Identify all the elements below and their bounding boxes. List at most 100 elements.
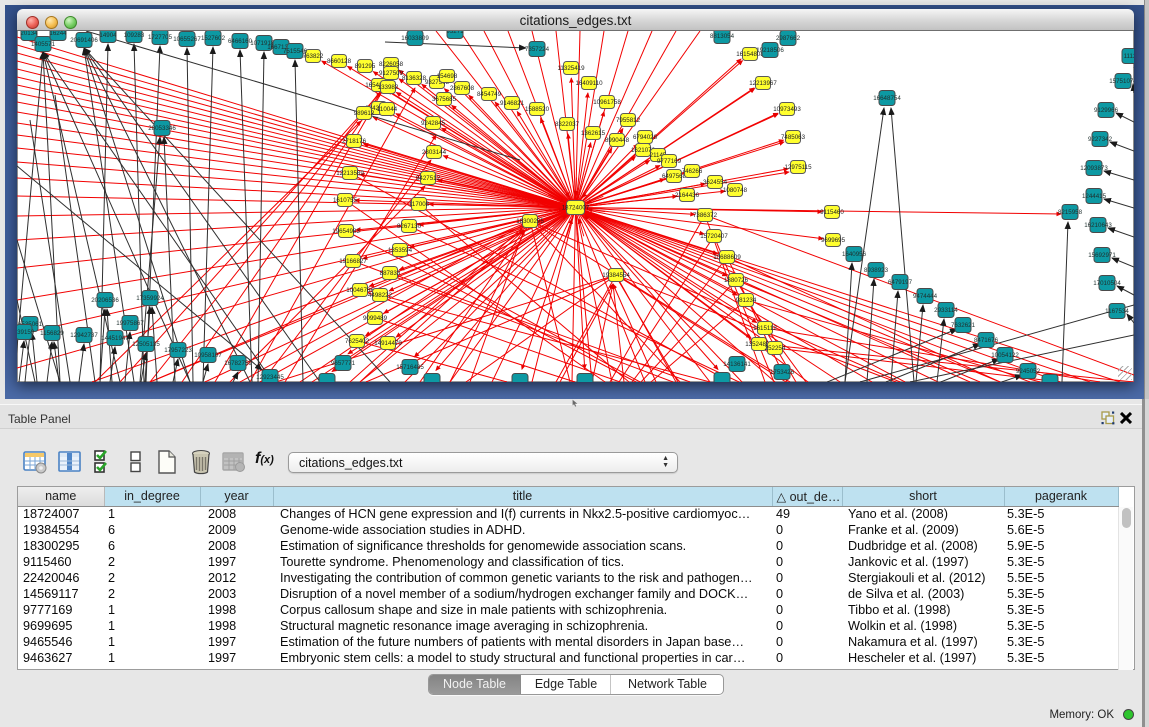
svg-text:9127509: 9127509	[379, 70, 404, 77]
svg-text:15751074: 15751074	[1109, 78, 1134, 85]
svg-text:7625402: 7625402	[345, 338, 370, 345]
svg-text:16210643: 16210643	[1084, 222, 1112, 229]
svg-text:9129966: 9129966	[1094, 107, 1119, 114]
svg-text:9427512: 9427512	[416, 175, 441, 182]
svg-text:2718176: 2718176	[342, 138, 367, 145]
svg-text:133982: 133982	[378, 84, 399, 91]
svg-text:1610755: 1610755	[333, 197, 358, 204]
svg-text:9474444: 9474444	[913, 293, 938, 300]
svg-text:9146821: 9146821	[500, 100, 525, 107]
svg-text:891295: 891295	[355, 63, 376, 70]
svg-text:1167534: 1167534	[1105, 308, 1129, 315]
svg-text:14136141: 14136141	[723, 361, 751, 368]
svg-text:6466160: 6466160	[228, 38, 253, 45]
svg-text:15716485: 15716485	[396, 364, 424, 371]
svg-text:14914479: 14914479	[374, 340, 402, 347]
svg-text:8938923: 8938923	[864, 267, 889, 274]
svg-text:989612: 989612	[354, 110, 375, 117]
svg-text:20206536: 20206536	[91, 297, 119, 304]
svg-text:7386372: 7386372	[693, 212, 718, 219]
svg-text:28053346: 28053346	[148, 125, 176, 132]
svg-text:12213967: 12213967	[749, 80, 777, 87]
svg-text:8215958: 8215958	[1058, 209, 1083, 216]
svg-text:117008: 117008	[409, 201, 430, 208]
svg-text:15720407: 15720407	[700, 233, 728, 240]
svg-text:109283: 109283	[124, 32, 145, 39]
svg-text:1244415: 1244415	[1082, 193, 1107, 200]
svg-text:1527602: 1527602	[201, 35, 226, 42]
svg-text:1640956: 1640956	[842, 251, 867, 258]
svg-text:1362615: 1362615	[581, 130, 606, 137]
svg-text:17359924: 17359924	[136, 295, 164, 302]
svg-text:7357224: 7357224	[525, 46, 550, 53]
svg-text:20134: 20134	[20, 31, 38, 37]
svg-text:12213589: 12213589	[336, 170, 364, 177]
svg-text:7515546: 7515546	[283, 48, 308, 55]
svg-text:2164436: 2164436	[675, 192, 700, 199]
svg-text:19218506: 19218506	[756, 47, 784, 54]
svg-text:18300295: 18300295	[516, 218, 544, 225]
svg-text:887833: 887833	[380, 270, 401, 277]
svg-text:93271: 93271	[446, 31, 464, 35]
svg-text:9242845: 9242845	[421, 120, 446, 127]
svg-text:19975867: 19975867	[116, 320, 144, 327]
svg-text:17010504: 17010504	[1093, 280, 1121, 287]
svg-text:3675685: 3675685	[432, 96, 457, 103]
svg-text:3624554: 3624554	[703, 179, 728, 186]
svg-text:10958107: 10958107	[194, 352, 222, 359]
svg-text:6794028: 6794028	[633, 134, 658, 141]
svg-text:18724007: 18724007	[562, 205, 590, 212]
svg-text:12923445: 12923445	[256, 374, 284, 381]
svg-text:16033809: 16033809	[401, 35, 429, 42]
svg-text:16648754: 16648754	[873, 95, 901, 102]
svg-text:11325419: 11325419	[557, 65, 585, 72]
svg-text:9245052: 9245052	[1016, 368, 1041, 375]
svg-text:9099489: 9099489	[363, 315, 388, 322]
svg-text:1353594: 1353594	[388, 247, 413, 254]
svg-text:9227342: 9227342	[1088, 136, 1113, 143]
svg-text:1405571: 1405571	[31, 41, 56, 48]
svg-text:8813054: 8813054	[710, 33, 735, 40]
svg-text:20691406: 20691406	[70, 37, 98, 44]
svg-text:8267130: 8267130	[397, 223, 422, 230]
svg-text:939159: 939159	[17, 329, 35, 336]
svg-text:14451947: 14451947	[101, 335, 129, 342]
svg-text:10961758: 10961758	[593, 99, 621, 106]
svg-text:19166827: 19166827	[339, 258, 367, 265]
svg-text:1588520: 1588520	[525, 106, 550, 113]
svg-text:4498222: 4498222	[368, 292, 393, 299]
svg-text:8660128: 8660128	[327, 58, 352, 65]
svg-text:154698: 154698	[437, 73, 458, 80]
svg-text:7955812: 7955812	[616, 117, 641, 124]
svg-text:12505135: 12505135	[132, 341, 160, 348]
svg-text:19384554: 19384554	[602, 272, 630, 279]
svg-text:9777169: 9777169	[657, 158, 682, 165]
svg-text:17957223: 17957223	[164, 347, 192, 354]
svg-text:1156829: 1156829	[40, 330, 64, 337]
svg-text:12942737: 12942737	[70, 332, 98, 339]
svg-text:2933114: 2933114	[934, 307, 958, 314]
svg-text:15692971: 15692971	[1088, 252, 1116, 259]
svg-text:252254: 252254	[765, 345, 786, 352]
svg-text:1615112: 1615112	[753, 325, 777, 332]
svg-text:1112: 1112	[1124, 53, 1134, 60]
svg-text:2803144: 2803144	[422, 149, 447, 156]
svg-text:7485063: 7485063	[781, 134, 806, 141]
svg-text:1753426: 1753426	[770, 369, 795, 376]
svg-text:10054122: 10054122	[991, 352, 1019, 359]
svg-text:10655267: 10655267	[173, 36, 201, 43]
svg-text:8471676: 8471676	[974, 337, 999, 344]
svg-text:8136328: 8136328	[402, 75, 427, 82]
svg-text:10973493: 10973493	[773, 106, 801, 113]
svg-text:12975115: 12975115	[784, 164, 812, 171]
svg-text:8990448: 8990448	[605, 137, 630, 144]
svg-text:14904: 14904	[99, 32, 117, 39]
svg-text:2987662: 2987662	[776, 35, 801, 42]
svg-text:1880726: 1880726	[724, 277, 749, 284]
svg-text:10688609: 10688609	[713, 254, 741, 261]
svg-text:8454749: 8454749	[477, 91, 502, 98]
svg-text:981234: 981234	[736, 297, 757, 304]
svg-text:19654983: 19654983	[332, 228, 360, 235]
svg-text:9115460: 9115460	[820, 209, 844, 216]
svg-text:8322037: 8322037	[555, 121, 580, 128]
